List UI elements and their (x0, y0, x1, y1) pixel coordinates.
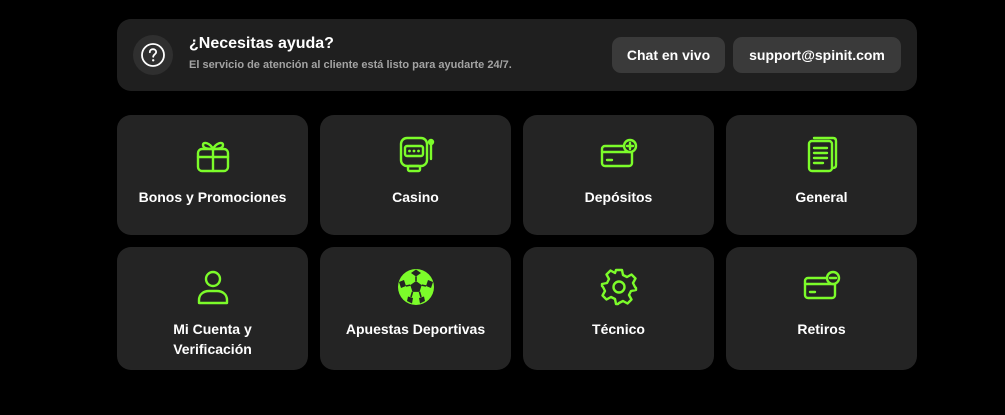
category-label: Retiros (797, 321, 846, 337)
category-mi-cuenta[interactable]: Mi Cuenta y Verificación (117, 247, 308, 370)
soccer-ball-icon (397, 269, 434, 305)
category-label: Mi Cuenta y Verificación (173, 321, 252, 357)
live-chat-button[interactable]: Chat en vivo (612, 37, 725, 73)
category-tecnico[interactable]: Técnico (523, 247, 714, 370)
card-plus-icon (600, 138, 637, 168)
help-title: ¿Necesitas ayuda? (189, 35, 334, 52)
card-minus-icon (803, 270, 840, 300)
support-email-button[interactable]: support@spinit.com (733, 37, 901, 73)
category-label: General (795, 189, 848, 205)
category-label: Técnico (592, 321, 645, 337)
category-depositos[interactable]: Depósitos (523, 115, 714, 235)
category-retiros[interactable]: Retiros (726, 247, 917, 370)
document-icon (807, 136, 837, 173)
category-label: Depósitos (584, 189, 653, 205)
category-casino[interactable]: Casino (320, 115, 511, 235)
category-label: Casino (392, 189, 439, 205)
help-banner: ¿Necesitas ayuda? El servicio de atenció… (117, 19, 917, 91)
help-subtitle: El servicio de atención al cliente está … (189, 59, 512, 71)
gift-icon (196, 141, 229, 173)
slot-machine-icon (399, 136, 434, 173)
category-label: Bonos y Promociones (138, 189, 287, 205)
question-circle-icon (133, 35, 173, 75)
category-label: Apuestas Deportivas (345, 321, 486, 337)
category-apuestas-deportivas[interactable]: Apuestas Deportivas (320, 247, 511, 370)
category-bonos-promociones[interactable]: Bonos y Promociones (117, 115, 308, 235)
user-icon (197, 270, 228, 305)
gear-icon (600, 268, 637, 306)
help-categories-grid: Bonos y Promociones Casino Depósitos Gen… (117, 115, 917, 370)
category-general[interactable]: General (726, 115, 917, 235)
